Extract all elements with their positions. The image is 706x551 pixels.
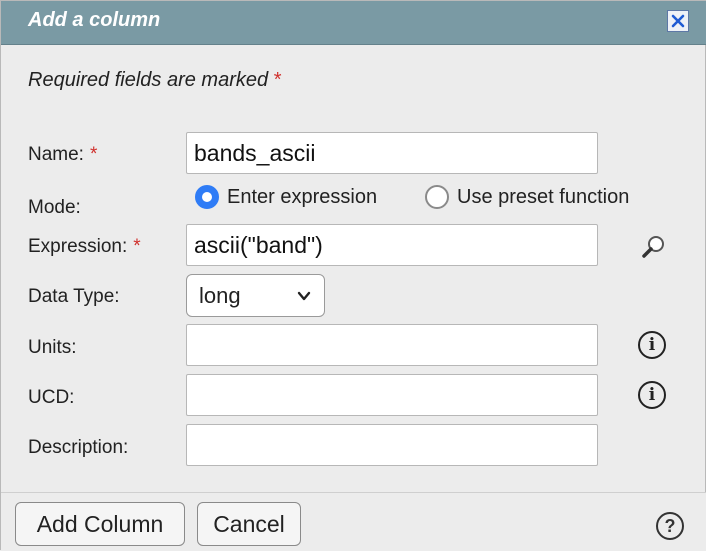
description-label: Description: bbox=[28, 437, 129, 458]
required-note-text: Required fields are marked bbox=[28, 69, 269, 91]
mode-option-label: Use preset function bbox=[457, 185, 630, 208]
dialog-title: Add a column bbox=[28, 9, 161, 31]
chevron-down-icon bbox=[297, 291, 311, 301]
ucd-info-icon[interactable]: i bbox=[638, 381, 666, 409]
ucd-input[interactable] bbox=[186, 374, 598, 416]
close-button[interactable] bbox=[667, 10, 689, 32]
name-label-text: Name: bbox=[28, 144, 84, 165]
magnifier-icon[interactable] bbox=[641, 234, 667, 260]
data-type-value: long bbox=[199, 282, 241, 308]
data-type-label: Data Type: bbox=[28, 286, 120, 307]
name-required-marker: * bbox=[89, 144, 98, 165]
mode-label: Mode: bbox=[28, 197, 81, 218]
required-note: Required fields are marked * bbox=[28, 69, 281, 92]
name-label: Name: * bbox=[28, 144, 97, 166]
expression-label: Expression: * bbox=[28, 236, 141, 258]
mode-option-preset-function[interactable]: Use preset function bbox=[425, 185, 629, 209]
dialog-titlebar[interactable]: Add a column bbox=[1, 1, 706, 45]
help-icon[interactable]: ? bbox=[656, 512, 684, 540]
name-input[interactable] bbox=[186, 132, 598, 174]
ucd-label: UCD: bbox=[28, 387, 75, 408]
radio-selected-icon bbox=[195, 185, 219, 209]
units-input[interactable] bbox=[186, 324, 598, 366]
expression-required-marker: * bbox=[133, 236, 141, 257]
radio-unselected-icon bbox=[425, 185, 449, 209]
units-label: Units: bbox=[28, 337, 77, 358]
data-type-select[interactable]: long bbox=[186, 274, 325, 317]
description-input[interactable] bbox=[186, 424, 598, 466]
mode-option-label: Enter expression bbox=[227, 185, 378, 208]
add-column-dialog: Add a column Required fields are marked … bbox=[0, 0, 706, 551]
cancel-button[interactable]: Cancel bbox=[197, 502, 301, 546]
mode-option-enter-expression[interactable]: Enter expression bbox=[195, 185, 377, 209]
required-marker: * bbox=[273, 69, 282, 91]
expression-label-text: Expression: bbox=[28, 236, 128, 257]
add-column-button[interactable]: Add Column bbox=[15, 502, 185, 546]
expression-input[interactable] bbox=[186, 224, 598, 266]
units-info-icon[interactable]: i bbox=[638, 331, 666, 359]
close-icon bbox=[671, 14, 685, 28]
